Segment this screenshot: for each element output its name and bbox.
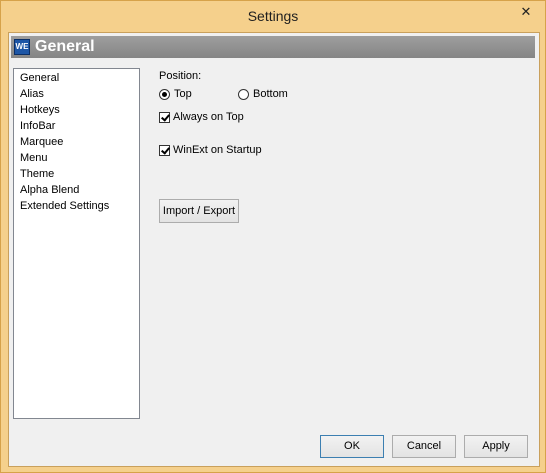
radio-bottom-label[interactable]: Bottom: [253, 88, 288, 100]
ok-button[interactable]: OK: [320, 435, 384, 458]
nav-item-infobar[interactable]: InfoBar: [14, 118, 139, 134]
nav-item-general[interactable]: General: [14, 70, 139, 86]
section-header: WE General: [11, 36, 535, 58]
close-button[interactable]: ✕: [514, 2, 538, 22]
nav-item-theme[interactable]: Theme: [14, 166, 139, 182]
startup-checkbox[interactable]: [159, 144, 170, 156]
window-title: Settings: [247, 8, 299, 24]
radio-top-label[interactable]: Top: [174, 88, 192, 100]
radio-bottom[interactable]: [238, 88, 249, 100]
startup-option[interactable]: WinExt on Startup: [159, 144, 262, 156]
startup-label[interactable]: WinExt on Startup: [173, 144, 262, 156]
client-area: WE General General Alias Hotkeys InfoBar…: [8, 32, 540, 467]
nav-item-menu[interactable]: Menu: [14, 150, 139, 166]
settings-window: Settings ✕ WE General General Alias Hotk…: [0, 0, 546, 473]
position-label: Position:: [159, 70, 202, 82]
position-bottom-option[interactable]: Bottom: [238, 88, 288, 100]
section-title: General: [35, 38, 95, 55]
nav-item-alias[interactable]: Alias: [14, 86, 139, 102]
nav-item-extended-settings[interactable]: Extended Settings: [14, 198, 139, 214]
settings-category-list[interactable]: General Alias Hotkeys InfoBar Marquee Me…: [13, 68, 140, 419]
cancel-button[interactable]: Cancel: [392, 435, 456, 458]
nav-item-alpha-blend[interactable]: Alpha Blend: [14, 182, 139, 198]
position-top-option[interactable]: Top: [159, 88, 192, 100]
title-bar[interactable]: Settings ✕: [1, 1, 545, 32]
import-export-button[interactable]: Import / Export: [159, 199, 239, 223]
nav-item-marquee[interactable]: Marquee: [14, 134, 139, 150]
always-on-top-label[interactable]: Always on Top: [173, 111, 244, 123]
always-on-top-checkbox[interactable]: [159, 111, 170, 123]
apply-button[interactable]: Apply: [464, 435, 528, 458]
always-on-top-option[interactable]: Always on Top: [159, 111, 244, 123]
app-logo-icon: WE: [14, 39, 30, 55]
nav-item-hotkeys[interactable]: Hotkeys: [14, 102, 139, 118]
radio-top[interactable]: [159, 88, 170, 100]
